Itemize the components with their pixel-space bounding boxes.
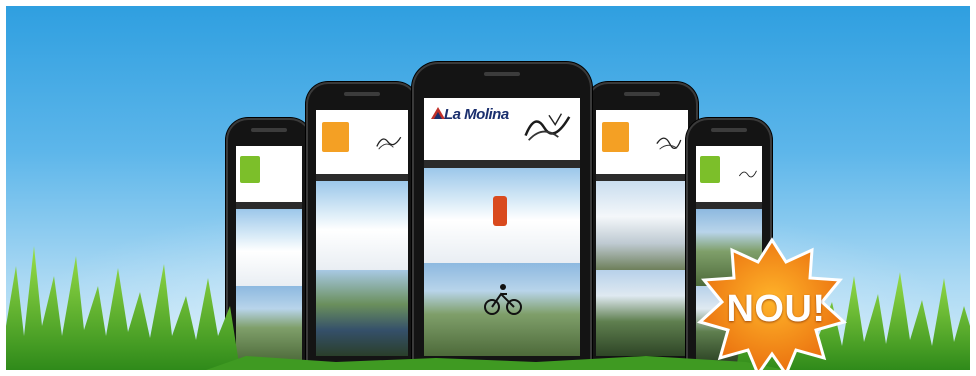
new-badge-label: NOU!: [726, 288, 826, 330]
promo-banner[interactable]: La Molina NOU!: [6, 6, 970, 370]
